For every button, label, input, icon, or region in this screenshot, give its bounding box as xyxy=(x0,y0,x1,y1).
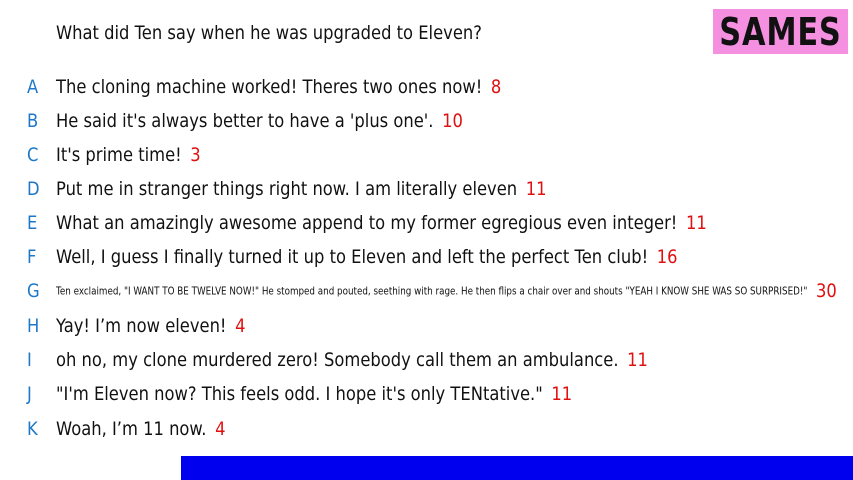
answer-letter: E xyxy=(27,212,38,234)
answer-text: Well, I guess I finally turned it up to … xyxy=(56,246,649,268)
answer-score: 10 xyxy=(442,110,463,132)
answer-text: Ten exclaimed, "I WANT TO BE TWELVE NOW!… xyxy=(56,286,808,298)
answer-letter: H xyxy=(27,315,40,337)
answer-text: What an amazingly awesome append to my f… xyxy=(56,212,678,234)
footer-bar xyxy=(181,456,853,480)
answer-letter: C xyxy=(27,144,39,166)
answer-text: oh no, my clone murdered zero! Somebody … xyxy=(56,349,619,371)
answer-row-d: D Put me in stranger things right now. I… xyxy=(0,174,853,204)
answer-row-b: B He said it's always better to have a '… xyxy=(0,106,853,136)
answer-row-j: J "I'm Eleven now? This feels odd. I hop… xyxy=(0,379,853,409)
answer-score: 30 xyxy=(815,280,837,302)
answer-letter: J xyxy=(27,383,32,405)
answer-row-h: H Yay! I’m now eleven! 4 xyxy=(0,311,853,341)
answer-text: The cloning machine worked! Theres two o… xyxy=(56,76,483,98)
answer-letter: A xyxy=(27,76,39,98)
answer-text: Woah, I’m 11 now. xyxy=(56,418,207,440)
answer-letter: B xyxy=(27,110,39,132)
answer-letter: F xyxy=(27,246,37,268)
answer-text: It's prime time! xyxy=(56,144,182,166)
answer-text: Put me in stranger things right now. I a… xyxy=(56,178,518,200)
sames-badge: SAMES xyxy=(713,9,848,54)
answer-score: 11 xyxy=(551,383,573,405)
answer-score: 11 xyxy=(627,349,648,371)
answer-row-k: K Woah, I’m 11 now. 4 xyxy=(0,414,853,444)
answer-row-a: A The cloning machine worked! Theres two… xyxy=(0,72,853,102)
answer-row-e: E What an amazingly awesome append to my… xyxy=(0,208,853,238)
answer-text: "I'm Eleven now? This feels odd. I hope … xyxy=(56,383,543,405)
answer-score: 3 xyxy=(190,144,201,166)
answer-row-i: I oh no, my clone murdered zero! Somebod… xyxy=(0,345,853,375)
answer-score: 11 xyxy=(685,212,707,234)
answer-score: 4 xyxy=(215,418,226,440)
answer-score: 8 xyxy=(490,76,502,98)
answer-row-f: F Well, I guess I finally turned it up t… xyxy=(0,242,853,272)
answer-text: He said it's always better to have a 'pl… xyxy=(56,110,434,132)
answer-letter: G xyxy=(27,280,40,302)
answer-row-g: G Ten exclaimed, "I WANT TO BE TWELVE NO… xyxy=(0,276,853,306)
question-heading: What did Ten say when he was upgraded to… xyxy=(56,22,482,44)
answer-row-c: C It's prime time! 3 xyxy=(0,140,853,170)
answer-text: Yay! I’m now eleven! xyxy=(56,315,227,337)
answer-letter: I xyxy=(27,349,32,371)
answer-letter: K xyxy=(27,418,38,440)
answer-score: 16 xyxy=(656,246,678,268)
answer-score: 11 xyxy=(525,178,547,200)
answer-score: 4 xyxy=(235,315,246,337)
badge-label: SAMES xyxy=(719,9,842,54)
answer-letter: D xyxy=(27,178,40,200)
